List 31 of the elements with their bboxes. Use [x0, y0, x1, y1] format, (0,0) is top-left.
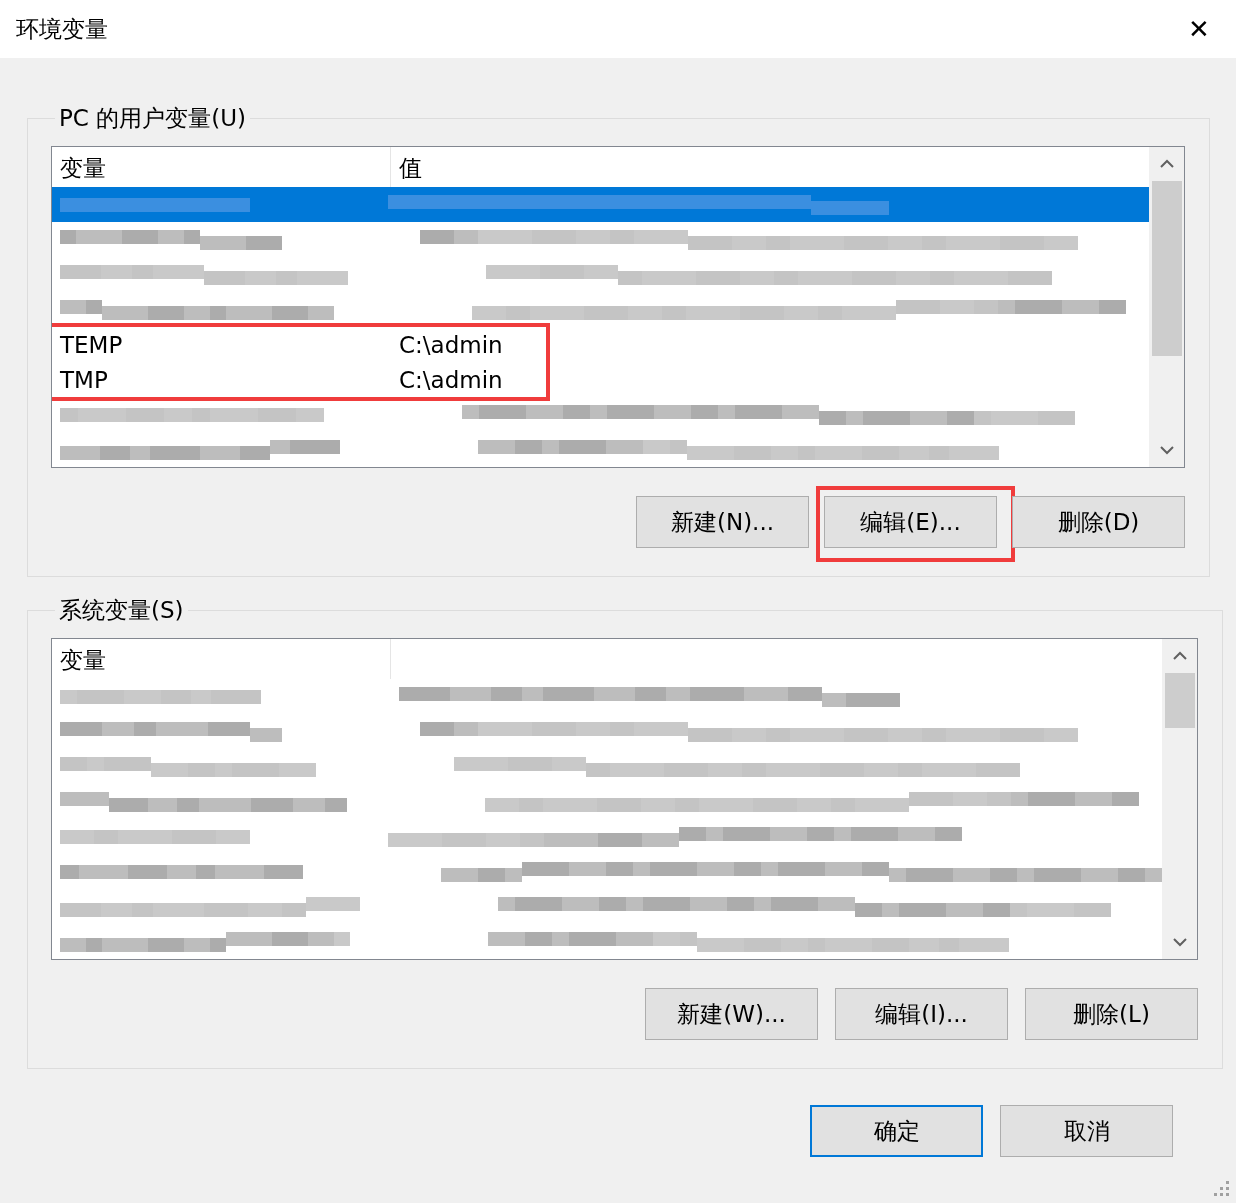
variable-name: TMP: [59, 366, 109, 393]
new-button[interactable]: 新建(N)...: [636, 496, 809, 548]
cancel-button[interactable]: 取消: [1000, 1105, 1173, 1157]
new-button[interactable]: 新建(W)...: [645, 988, 818, 1040]
scroll-up-icon[interactable]: [1159, 159, 1174, 169]
column-header[interactable]: 值: [391, 147, 1149, 187]
variable-list[interactable]: 变量 值 TEMP C:\admin TMP C:\admin: [51, 146, 1185, 468]
scroll-down-icon[interactable]: [1172, 937, 1187, 947]
scrollbar[interactable]: [1162, 639, 1197, 959]
scrollbar[interactable]: [1149, 147, 1184, 467]
group-title: PC 的用户变量(U): [58, 104, 248, 133]
resize-grip-icon[interactable]: [1214, 1181, 1230, 1197]
scroll-up-icon[interactable]: [1172, 651, 1187, 661]
variable-row[interactable]: TEMP C:\admin: [52, 327, 546, 362]
edit-button[interactable]: 编辑(E)...: [824, 496, 997, 548]
delete-button[interactable]: 删除(L): [1025, 988, 1198, 1040]
close-button[interactable]: ✕: [1176, 6, 1222, 52]
ok-button[interactable]: 确定: [810, 1105, 983, 1157]
scroll-down-icon[interactable]: [1159, 445, 1174, 455]
group-title: 系统变量(S): [58, 596, 185, 625]
variable-row[interactable]: TMP C:\admin: [52, 362, 546, 397]
variable-name: TEMP: [59, 331, 124, 358]
scroll-thumb[interactable]: [1151, 181, 1182, 356]
column-header[interactable]: 变量: [52, 639, 391, 679]
variable-list[interactable]: 变量: [51, 638, 1198, 960]
variable-value: C:\admin: [398, 366, 504, 393]
delete-button[interactable]: 删除(D): [1012, 496, 1185, 548]
edit-button[interactable]: 编辑(I)...: [835, 988, 1008, 1040]
window-title: 环境变量: [16, 14, 108, 44]
variable-value: C:\admin: [398, 331, 504, 358]
scroll-thumb[interactable]: [1164, 673, 1195, 728]
